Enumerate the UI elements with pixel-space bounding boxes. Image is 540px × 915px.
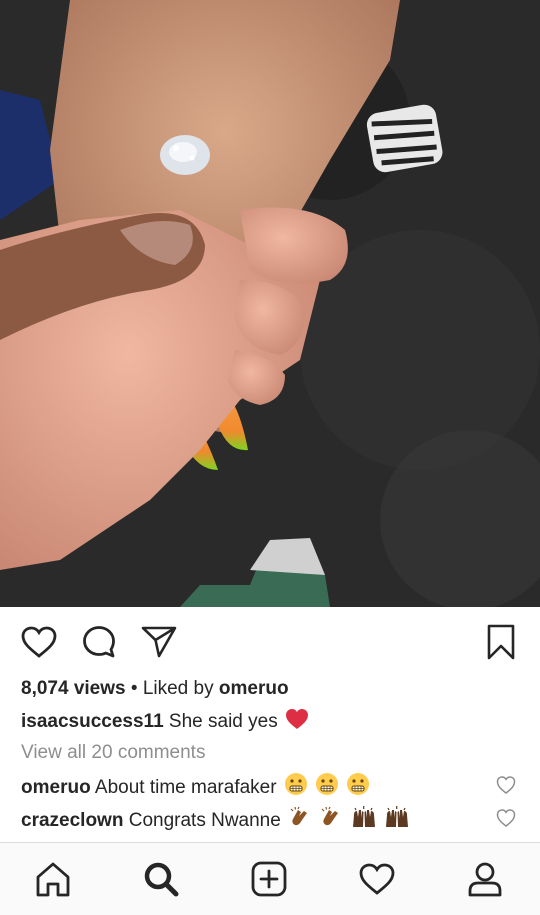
caption-username[interactable]: isaacsuccess11 bbox=[21, 711, 164, 732]
post-photo bbox=[0, 0, 540, 607]
nav-add-post[interactable] bbox=[247, 857, 291, 901]
clapping-hands-icon bbox=[321, 806, 339, 826]
like-button[interactable] bbox=[19, 622, 59, 662]
save-button[interactable] bbox=[481, 622, 521, 662]
caption-text: She said yes bbox=[168, 711, 278, 732]
home-icon bbox=[36, 862, 70, 897]
liked-by-user[interactable]: omeruo bbox=[219, 678, 289, 699]
search-icon bbox=[144, 862, 179, 897]
grimacing-face-icon bbox=[347, 773, 370, 795]
speech-bubble-icon bbox=[83, 626, 115, 658]
profile-icon bbox=[468, 862, 502, 897]
paper-plane-icon bbox=[141, 626, 177, 658]
comment-like-heart-icon[interactable] bbox=[496, 808, 516, 828]
nav-search[interactable] bbox=[139, 857, 183, 901]
add-post-icon bbox=[251, 861, 287, 897]
grimacing-face-emoji-group bbox=[282, 773, 371, 798]
caption: isaacsuccess11 She said yes bbox=[21, 708, 520, 734]
liked-by-label: Liked by bbox=[142, 678, 214, 699]
grimacing-face-icon bbox=[284, 773, 307, 795]
comment-row: crazeclown Congrats Nwanne bbox=[21, 805, 520, 833]
comment-text: Congrats Nwanne bbox=[128, 810, 281, 831]
raising-hands-icon bbox=[385, 806, 408, 827]
view-count[interactable]: 8,074 views bbox=[21, 678, 126, 699]
comment-row: omeruo About time marafaker bbox=[21, 772, 520, 800]
post-media[interactable] bbox=[0, 0, 540, 607]
comment-username[interactable]: crazeclown bbox=[21, 810, 123, 831]
comment-like-heart-icon[interactable] bbox=[496, 775, 516, 795]
grimacing-face-icon bbox=[316, 773, 339, 795]
activity-heart-icon bbox=[359, 863, 395, 895]
clapping-emoji-group bbox=[286, 806, 410, 831]
post-action-bar bbox=[0, 618, 540, 666]
heart-outline-icon bbox=[21, 626, 57, 658]
share-button[interactable] bbox=[139, 622, 179, 662]
bookmark-icon bbox=[487, 624, 515, 660]
comment-text: About time marafaker bbox=[94, 777, 277, 798]
nav-activity[interactable] bbox=[355, 857, 399, 901]
clapping-hands-icon bbox=[290, 806, 308, 826]
raising-hands-icon bbox=[352, 806, 375, 827]
nav-home[interactable] bbox=[31, 857, 75, 901]
separator: • bbox=[130, 678, 138, 699]
bottom-nav bbox=[0, 842, 540, 915]
likes-line: 8,074 views • Liked by omeruo bbox=[21, 677, 520, 701]
view-all-comments-link[interactable]: View all 20 comments bbox=[21, 741, 520, 765]
nav-profile[interactable] bbox=[463, 857, 507, 901]
comment-button[interactable] bbox=[79, 622, 119, 662]
comment-username[interactable]: omeruo bbox=[21, 777, 91, 798]
red-heart-icon bbox=[286, 709, 308, 729]
